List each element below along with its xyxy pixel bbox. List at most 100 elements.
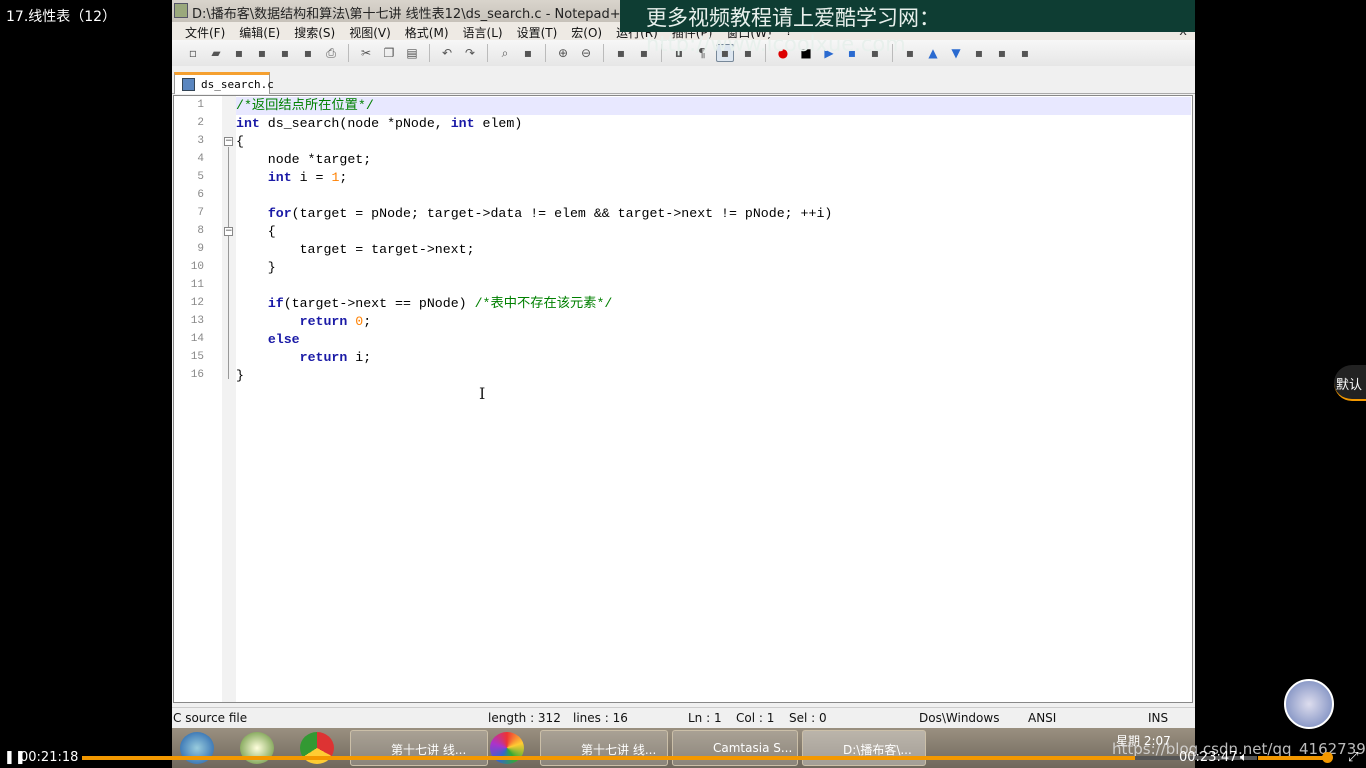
task-notepadpp[interactable]: D:\播布客\... [802,730,926,766]
fold-toggle-icon[interactable]: − [224,137,233,146]
code-line: } [236,367,244,385]
file-type: C source file [173,711,248,725]
cut-icon[interactable]: ✂ [357,44,375,62]
code-text: elem) [474,116,523,131]
keyword: else [267,332,300,347]
saved-file-icon [182,78,195,91]
zoom-out-icon[interactable]: ⊖ [577,44,595,62]
code-text: target = target->next; [236,242,475,257]
code-text: { [236,224,276,239]
copy-icon[interactable]: ❐ [380,44,398,62]
status-bar: C source file length : 312 lines : 16 Ln… [172,707,1195,728]
volume-slider[interactable] [1258,756,1328,760]
task-folder[interactable]: 第十七讲 线... [350,730,488,766]
code-text: (target->next == pNode) [283,296,475,311]
code-text: i; [347,350,372,365]
up-icon[interactable]: ▲ [924,44,942,62]
open-icon[interactable]: ▰ [207,44,225,62]
line-number: 2 [197,117,204,129]
line-number: 11 [190,279,204,291]
menu-item[interactable]: 搜索(S) [287,22,342,40]
selection: Sel : 0 [789,711,827,725]
menu-item[interactable]: 视图(V) [342,22,398,40]
spellcheck-icon[interactable]: ▪ [1016,44,1034,62]
toolbar-separator [545,44,546,62]
new-icon[interactable]: ▫ [184,44,202,62]
seek-bar-fill [82,756,1135,760]
total-time: 00:23:47 [1179,750,1238,765]
fullscreen-icon[interactable]: ⤢ [1348,750,1358,765]
task-powerpoint[interactable]: 第十七讲 线... [540,730,668,766]
volume-icon[interactable]: 🔈︎ [1240,750,1248,765]
fold-toggle-icon[interactable]: − [224,227,233,236]
unfold-icon[interactable]: ▪ [970,44,988,62]
save-all-icon[interactable]: ▪ [253,44,271,62]
close-all-icon[interactable]: ▪ [299,44,317,62]
tab-bar: ds_search.c [172,68,1195,94]
menu-item[interactable]: 格式(M) [398,22,456,40]
fold-line [228,147,229,379]
line-count: lines : 16 [573,711,628,725]
code-text: (target = pNode; target->data != elem &&… [291,206,833,221]
replace-icon[interactable]: ▪ [519,44,537,62]
code-line: return 0; [236,313,372,331]
line-number: 9 [197,243,204,255]
toolbar-separator [429,44,430,62]
code-text: ds_search(node *pNode, [259,116,451,131]
tab-label: ds_search.c [201,78,274,91]
code-line: for(target = pNode; target->data != elem… [236,205,833,223]
notepadpp-icon [174,3,188,18]
toolbar-separator [487,44,488,62]
code-line: node *target; [236,151,371,169]
sync-v-icon[interactable]: ▪ [612,44,630,62]
eol-format: Dos\Windows [919,711,1000,725]
menu-item[interactable]: 设置(T) [510,22,565,40]
code-line: { [236,223,276,241]
menu-item[interactable]: 语言(L) [456,22,510,40]
find-icon[interactable]: ⌕ [496,44,514,62]
task-camtasia[interactable]: Camtasia S... [672,730,798,766]
insert-mode: INS [1148,711,1169,725]
text-cursor-icon: I [479,384,486,403]
menu-item[interactable]: 文件(F) [178,22,232,40]
default-quality-button[interactable]: 默认 [1334,365,1366,401]
code-text: { [236,134,244,149]
line-number: 16 [190,369,204,381]
code-line: { [236,133,244,151]
video-title: 17.线性表（12） [6,9,117,25]
undo-icon[interactable]: ↶ [438,44,456,62]
line-number: 7 [197,207,204,219]
tab-ds-search[interactable]: ds_search.c [174,72,274,94]
paste-icon[interactable]: ▤ [403,44,421,62]
keyword: return [299,350,348,365]
zoom-in-icon[interactable]: ⊕ [554,44,572,62]
menu-item[interactable]: 宏(O) [564,22,609,40]
down-icon[interactable]: ▼ [947,44,965,62]
code-text: ; [363,314,372,329]
code-line: target = target->next; [236,241,475,259]
line-number: 14 [190,333,204,345]
line-number: 13 [190,315,204,327]
current-line-highlight [236,97,1191,115]
lock-icon[interactable]: ▪ [993,44,1011,62]
comment: /*表中不存在该元素*/ [474,296,613,311]
avatar[interactable] [1284,679,1334,729]
toolbar-separator [348,44,349,62]
watermark-banner: 更多视频教程请上爱酷学习网：http://www.icoolxue.com [620,0,1195,56]
print-icon[interactable]: ⎙ [322,44,340,62]
code-editor[interactable]: 1 2 3 4 5 6 7 8 9 10 11 12 13 14 15 16 /*返回结点所在位置*/int … [173,95,1193,703]
menu-item[interactable]: 编辑(E) [232,22,287,40]
save-icon[interactable]: ▪ [230,44,248,62]
cursor-line: Ln : 1 [688,711,722,725]
fold-margin [222,96,236,702]
comment: /*返回结点所在位置*/ [236,98,374,113]
volume-knob[interactable] [1322,752,1333,763]
redo-icon[interactable]: ↷ [461,44,479,62]
line-number: 15 [190,351,204,363]
line-number: 3 [197,135,204,147]
keyword: int [267,170,292,185]
code-line: if(target->next == pNode) /*表中不存在该元素*/ [236,295,613,313]
close-icon[interactable]: ▪ [276,44,294,62]
